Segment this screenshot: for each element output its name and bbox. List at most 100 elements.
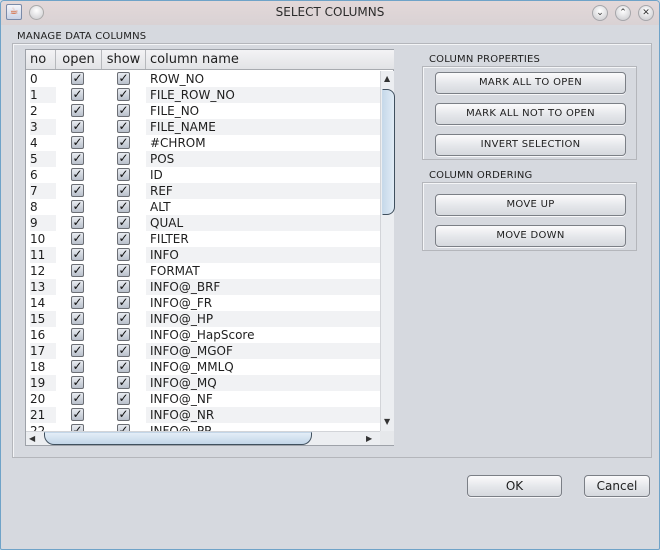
table-row[interactable]: 8 ✓ ✓ ALT xyxy=(26,199,380,215)
column-name-cell[interactable]: INFO@_HapScore xyxy=(146,327,380,343)
show-checkbox[interactable]: ✓ xyxy=(117,248,130,261)
table-row[interactable]: 7 ✓ ✓ REF xyxy=(26,183,380,199)
horizontal-scrollbar[interactable]: ◀ ▶ xyxy=(26,431,380,445)
table-row[interactable]: 9 ✓ ✓ QUAL xyxy=(26,215,380,231)
table-row[interactable]: 19 ✓ ✓ INFO@_MQ xyxy=(26,375,380,391)
open-checkbox[interactable]: ✓ xyxy=(71,232,84,245)
move-down-button[interactable]: MOVE DOWN xyxy=(435,225,626,247)
open-checkbox[interactable]: ✓ xyxy=(71,264,84,277)
column-name-cell[interactable]: INFO@_HP xyxy=(146,311,380,327)
cancel-button[interactable]: Cancel xyxy=(584,475,650,497)
column-name-cell[interactable]: #CHROM xyxy=(146,135,380,151)
table-row[interactable]: 3 ✓ ✓ FILE_NAME xyxy=(26,119,380,135)
open-checkbox[interactable]: ✓ xyxy=(71,296,84,309)
show-checkbox[interactable]: ✓ xyxy=(117,376,130,389)
column-name-cell[interactable]: INFO@_FR xyxy=(146,295,380,311)
open-checkbox[interactable]: ✓ xyxy=(71,248,84,261)
show-checkbox[interactable]: ✓ xyxy=(117,200,130,213)
vertical-scroll-thumb[interactable] xyxy=(382,89,395,215)
show-checkbox[interactable]: ✓ xyxy=(117,168,130,181)
show-checkbox[interactable]: ✓ xyxy=(117,120,130,133)
column-name-cell[interactable]: FILTER xyxy=(146,231,380,247)
scroll-up-icon[interactable]: ▲ xyxy=(384,74,390,83)
column-name-cell[interactable]: INFO@_MQ xyxy=(146,375,380,391)
table-row[interactable]: 17 ✓ ✓ INFO@_MGOF xyxy=(26,343,380,359)
open-checkbox[interactable]: ✓ xyxy=(71,136,84,149)
column-name-cell[interactable]: ID xyxy=(146,167,380,183)
header-show[interactable]: show xyxy=(102,50,146,69)
show-checkbox[interactable]: ✓ xyxy=(117,216,130,229)
show-checkbox[interactable]: ✓ xyxy=(117,424,130,431)
table-row[interactable]: 10 ✓ ✓ FILTER xyxy=(26,231,380,247)
open-checkbox[interactable]: ✓ xyxy=(71,280,84,293)
vertical-scrollbar[interactable]: ▲ ▼ xyxy=(380,71,395,431)
show-checkbox[interactable]: ✓ xyxy=(117,408,130,421)
show-checkbox[interactable]: ✓ xyxy=(117,392,130,405)
scroll-down-icon[interactable]: ▼ xyxy=(384,417,390,426)
table-row[interactable]: 2 ✓ ✓ FILE_NO xyxy=(26,103,380,119)
mark-all-to-open-button[interactable]: MARK ALL TO OPEN xyxy=(435,72,626,94)
open-checkbox[interactable]: ✓ xyxy=(71,152,84,165)
column-name-cell[interactable]: INFO@_PP xyxy=(146,423,380,431)
move-up-button[interactable]: MOVE UP xyxy=(435,194,626,216)
table-row[interactable]: 18 ✓ ✓ INFO@_MMLQ xyxy=(26,359,380,375)
open-checkbox[interactable]: ✓ xyxy=(71,184,84,197)
open-checkbox[interactable]: ✓ xyxy=(71,120,84,133)
header-open[interactable]: open xyxy=(56,50,102,69)
open-checkbox[interactable]: ✓ xyxy=(71,216,84,229)
column-name-cell[interactable]: REF xyxy=(146,183,380,199)
open-checkbox[interactable]: ✓ xyxy=(71,424,84,431)
show-checkbox[interactable]: ✓ xyxy=(117,88,130,101)
table-row[interactable]: 15 ✓ ✓ INFO@_HP xyxy=(26,311,380,327)
open-checkbox[interactable]: ✓ xyxy=(71,328,84,341)
scroll-left-icon[interactable]: ◀ xyxy=(29,434,35,443)
column-name-cell[interactable]: INFO xyxy=(146,247,380,263)
column-name-cell[interactable]: FILE_NO xyxy=(146,103,380,119)
column-name-cell[interactable]: FORMAT xyxy=(146,263,380,279)
show-checkbox[interactable]: ✓ xyxy=(117,104,130,117)
ok-button[interactable]: OK xyxy=(467,475,562,497)
table-row[interactable]: 1 ✓ ✓ FILE_ROW_NO xyxy=(26,87,380,103)
show-checkbox[interactable]: ✓ xyxy=(117,360,130,373)
show-checkbox[interactable]: ✓ xyxy=(117,136,130,149)
show-checkbox[interactable]: ✓ xyxy=(117,344,130,357)
column-name-cell[interactable]: INFO@_NR xyxy=(146,407,380,423)
show-checkbox[interactable]: ✓ xyxy=(117,184,130,197)
show-checkbox[interactable]: ✓ xyxy=(117,232,130,245)
table-row[interactable]: 0 ✓ ✓ ROW_NO xyxy=(26,71,380,87)
table-row[interactable]: 16 ✓ ✓ INFO@_HapScore xyxy=(26,327,380,343)
table-row[interactable]: 4 ✓ ✓ #CHROM xyxy=(26,135,380,151)
show-checkbox[interactable]: ✓ xyxy=(117,152,130,165)
open-checkbox[interactable]: ✓ xyxy=(71,376,84,389)
column-name-cell[interactable]: ROW_NO xyxy=(146,71,380,87)
show-checkbox[interactable]: ✓ xyxy=(117,312,130,325)
column-name-cell[interactable]: POS xyxy=(146,151,380,167)
horizontal-scroll-thumb[interactable] xyxy=(44,432,312,445)
open-checkbox[interactable]: ✓ xyxy=(71,200,84,213)
table-row[interactable]: 13 ✓ ✓ INFO@_BRF xyxy=(26,279,380,295)
table-row[interactable]: 5 ✓ ✓ POS xyxy=(26,151,380,167)
open-checkbox[interactable]: ✓ xyxy=(71,168,84,181)
open-checkbox[interactable]: ✓ xyxy=(71,88,84,101)
table-row[interactable]: 21 ✓ ✓ INFO@_NR xyxy=(26,407,380,423)
minimize-button[interactable]: ⌄ xyxy=(592,5,608,21)
header-column-name[interactable]: column name xyxy=(146,50,394,69)
table-row[interactable]: 14 ✓ ✓ INFO@_FR xyxy=(26,295,380,311)
column-name-cell[interactable]: INFO@_MGOF xyxy=(146,343,380,359)
open-checkbox[interactable]: ✓ xyxy=(71,408,84,421)
column-name-cell[interactable]: QUAL xyxy=(146,215,380,231)
maximize-button[interactable]: ⌃ xyxy=(615,5,631,21)
open-checkbox[interactable]: ✓ xyxy=(71,104,84,117)
title-bar[interactable]: ☕ SELECT COLUMNS ⌄ ⌃ ✕ xyxy=(1,1,659,25)
column-name-cell[interactable]: INFO@_MMLQ xyxy=(146,359,380,375)
open-checkbox[interactable]: ✓ xyxy=(71,312,84,325)
open-checkbox[interactable]: ✓ xyxy=(71,72,84,85)
open-checkbox[interactable]: ✓ xyxy=(71,344,84,357)
header-no[interactable]: no xyxy=(26,50,56,69)
table-row[interactable]: 20 ✓ ✓ INFO@_NF xyxy=(26,391,380,407)
column-name-cell[interactable]: INFO@_NF xyxy=(146,391,380,407)
close-button[interactable]: ✕ xyxy=(638,5,654,21)
show-checkbox[interactable]: ✓ xyxy=(117,264,130,277)
open-checkbox[interactable]: ✓ xyxy=(71,360,84,373)
show-checkbox[interactable]: ✓ xyxy=(117,72,130,85)
